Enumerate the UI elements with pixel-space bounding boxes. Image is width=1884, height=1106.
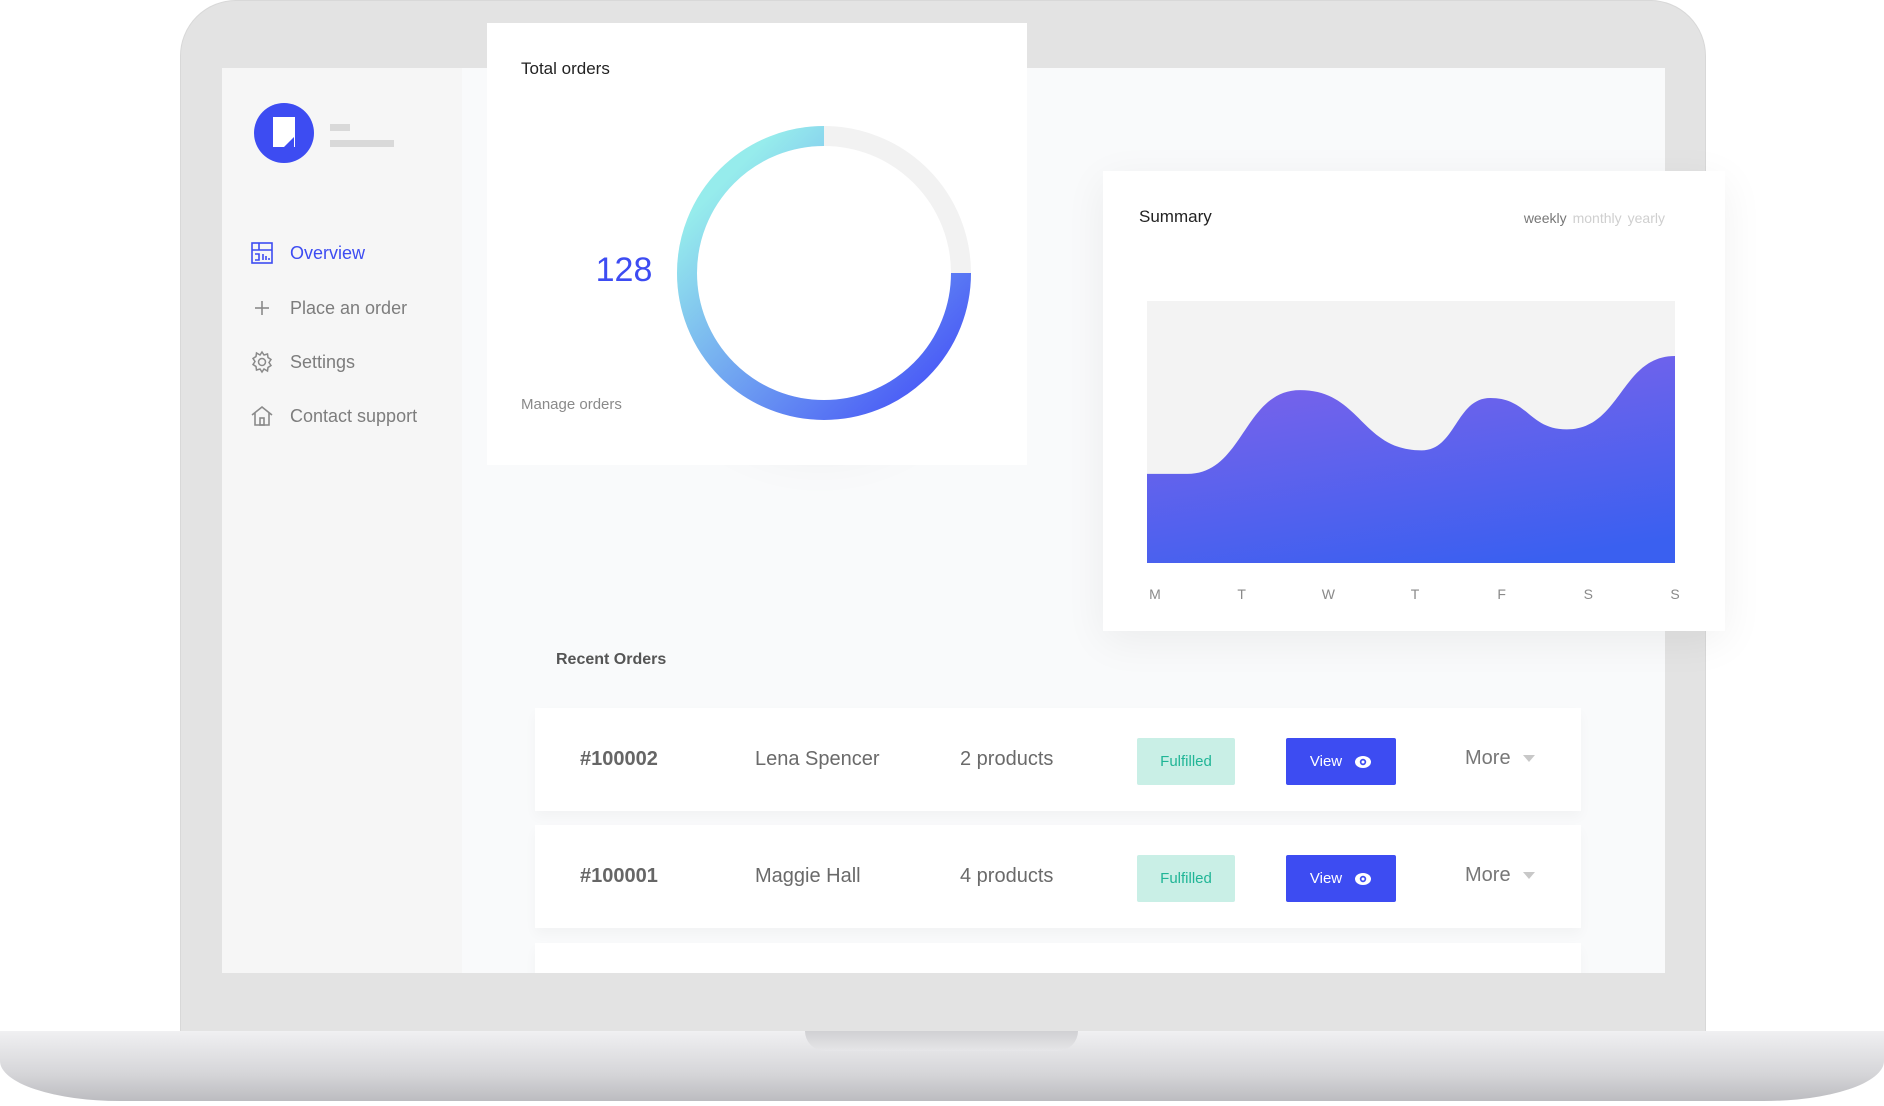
recent-orders-title: Recent Orders [556,651,667,668]
view-label: View [1309,753,1343,770]
table-row: #100001 Maggie Hall 4 products Fulfilled… [535,825,1581,928]
sidebar-item-contact-support[interactable]: Contact support [250,404,417,428]
home-icon [251,405,273,426]
plus-icon [255,301,269,315]
eye-icon [1355,872,1372,885]
x-tick-label: W [1322,586,1336,602]
sidebar-item-overview[interactable]: Overview [250,241,365,265]
sidebar-item-label: Contact support [290,405,418,426]
area-chart: MTWTFSS [1147,301,1680,602]
customer-name: Maggie Hall [755,865,861,887]
product-count: 4 products [960,865,1054,887]
product-count: 2 products [960,748,1054,770]
x-tick-label: M [1149,586,1161,602]
more-label: More [1465,747,1511,769]
x-tick-label: T [1237,586,1246,602]
manage-orders-link[interactable]: Manage orders [521,396,622,413]
brand-placeholder [330,124,350,131]
view-button[interactable]: View [1286,855,1396,902]
x-tick-label: S [1670,586,1679,602]
table-row [535,943,1581,973]
sidebar-item-place-order[interactable]: Place an order [250,296,407,320]
brand-placeholder [330,140,394,147]
view-label: View [1309,870,1343,887]
sidebar-item-label: Place an order [290,297,408,318]
sidebar-item-label: Settings [290,351,356,372]
eye-icon [1355,755,1372,768]
x-tick-label: S [1584,586,1593,602]
summary-card: Summary weekly monthly yearly MTWTFSS [1103,171,1725,631]
dashboard-icon [251,242,273,264]
status-badge: Fulfilled [1137,738,1235,785]
customer-name: Lena Spencer [755,748,880,770]
order-id: #100002 [580,748,658,770]
more-dropdown[interactable]: More [1465,864,1535,887]
order-count: 128 [595,251,653,289]
total-orders-card: Total orders 128 Manage orders [487,23,1027,465]
order-id: #100001 [580,865,658,887]
sidebar: Overview Place an order Settings Contact… [222,68,462,973]
gear-icon [251,350,273,374]
chevron-down-icon [1522,872,1535,879]
more-dropdown[interactable]: More [1465,747,1535,770]
chevron-down-icon [1522,755,1535,762]
laptop-notch [805,1031,1078,1051]
x-tick-label: F [1497,586,1506,602]
logo[interactable] [254,103,314,163]
status-badge: Fulfilled [1137,855,1235,902]
view-button[interactable]: View [1286,738,1396,785]
x-tick-label: T [1411,586,1420,602]
table-row: #100002 Lena Spencer 2 products Fulfille… [535,708,1581,811]
more-label: More [1465,864,1511,886]
sidebar-item-settings[interactable]: Settings [250,350,355,374]
